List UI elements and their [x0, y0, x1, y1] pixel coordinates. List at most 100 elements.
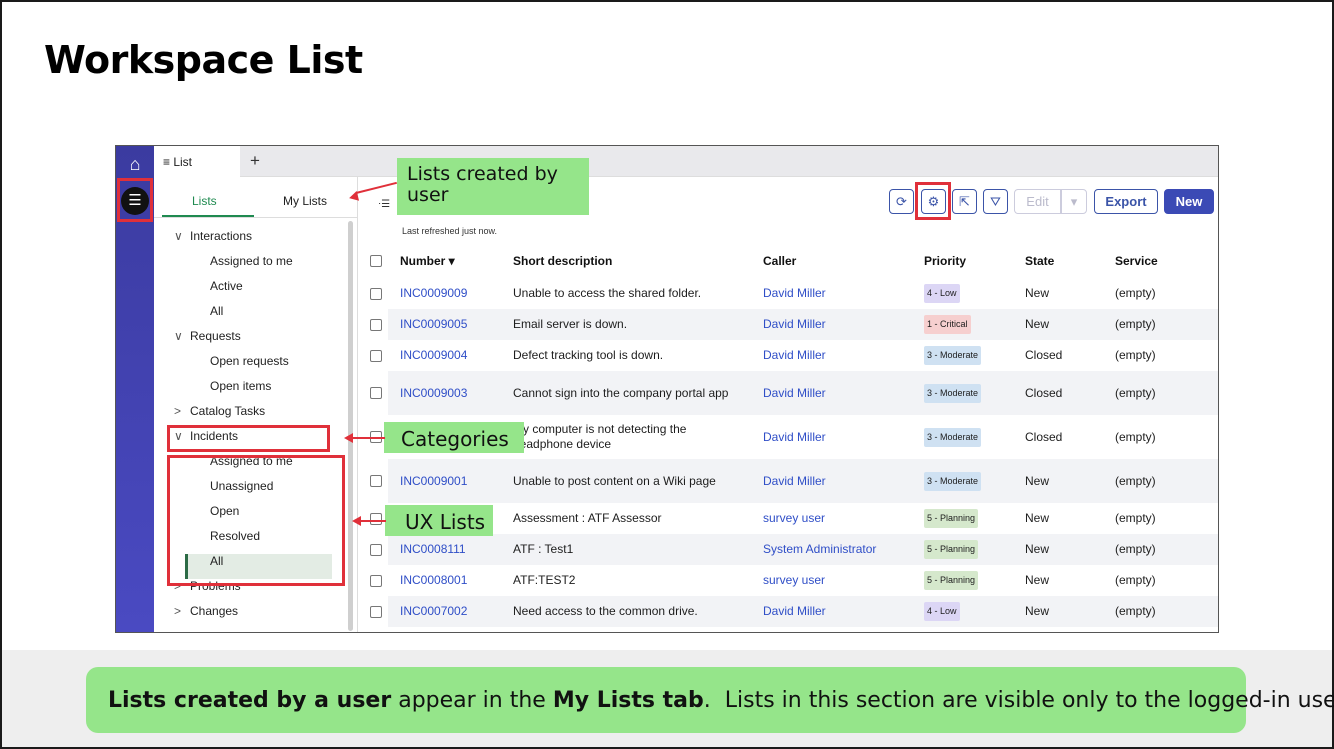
sidebar-item-label: Requests [190, 329, 241, 343]
edit-button[interactable]: Edit [1014, 189, 1061, 214]
priority-badge: 3 - Moderate [924, 346, 982, 365]
caller-link[interactable]: David Miller [763, 596, 913, 627]
priority-badge: 3 - Moderate [924, 427, 982, 447]
column-header[interactable]: Caller [763, 245, 796, 277]
collapse-icon[interactable]: ⋅☰ [378, 199, 390, 210]
incident-number-link[interactable]: INC0009004 [400, 340, 505, 371]
filter-icon[interactable]: ⛛ [983, 189, 1008, 214]
sidebar-item-label: Changes [190, 604, 239, 618]
column-header[interactable]: Priority [924, 245, 966, 277]
caller-link[interactable]: survey user [763, 565, 913, 596]
sidebar-item[interactable]: > Changes [174, 604, 238, 618]
incident-number-link[interactable]: INC0008001 [400, 565, 505, 596]
incident-number-link[interactable]: INC0007002 [400, 596, 505, 627]
priority-cell: 5 - Planning [924, 565, 1014, 596]
sidebar-scrollbar[interactable] [348, 221, 353, 631]
open-new-icon[interactable]: ⇱ [952, 189, 977, 214]
row-checkbox-cell [370, 565, 382, 596]
priority-badge: 1 - Critical [924, 315, 971, 334]
state-cell: New [1025, 573, 1050, 587]
incident-number-link[interactable]: INC0009003 [400, 371, 505, 415]
incident-number-link[interactable]: INC0009001 [400, 459, 505, 503]
chevron-down-icon: ∨ [174, 329, 183, 343]
caller-link[interactable]: David Miller [763, 309, 913, 340]
refresh-icon[interactable]: ⟳ [889, 189, 914, 214]
sidebar-item[interactable]: Assigned to me [210, 254, 293, 268]
incident-number-link[interactable]: INC0009005 [400, 309, 505, 340]
sidebar-item[interactable]: > Catalog Tasks [174, 404, 265, 418]
edit-dropdown-icon[interactable]: ▾ [1061, 189, 1087, 214]
caller-link[interactable]: survey user [763, 503, 913, 534]
column-header[interactable]: Service [1115, 245, 1158, 277]
service-cell: (empty) [1115, 286, 1156, 300]
new-button[interactable]: New [1164, 189, 1214, 214]
short-description: Assessment : ATF Assessor [513, 511, 662, 525]
caller-link[interactable]: David Miller [763, 340, 913, 371]
tab-my-lists[interactable]: My Lists [283, 194, 327, 208]
tab-bar: ≡ List + [154, 146, 1218, 177]
sidebar-item[interactable]: ∨ Interactions [174, 229, 252, 243]
column-header[interactable]: Number ▾ [400, 245, 455, 277]
table-row[interactable]: INC0008111 ATF : Test1 System Administrato… [370, 534, 1218, 565]
callout-lists-created: Lists created by user [397, 158, 589, 215]
short-description: Unable to post content on a Wiki page [513, 473, 716, 488]
table-row[interactable]: INC0009009 Unable to access the shared fo… [370, 278, 1218, 309]
row-checkbox[interactable] [370, 318, 382, 331]
row-checkbox[interactable] [370, 543, 382, 556]
priority-badge: 5 - Planning [924, 571, 979, 590]
sidebar-item[interactable]: ∨ Requests [174, 329, 241, 343]
table-row[interactable]: INC0009005 Email server is down. David Mil… [370, 309, 1218, 340]
slide-title: Workspace List [44, 38, 363, 82]
column-header[interactable]: Short description [513, 245, 612, 277]
add-tab-button[interactable]: + [250, 151, 260, 171]
tab-list[interactable]: ≡ List [154, 146, 240, 177]
sidebar-item-label: Open items [210, 379, 272, 393]
table-row[interactable]: INC0007002 Need access to the common driv… [370, 596, 1218, 627]
table-row[interactable]: 2Assessment : ATF Assessorsurvey user5 -… [370, 503, 1218, 534]
priority-badge: 4 - Low [924, 284, 960, 303]
incident-number-link[interactable]: INC0008111 [400, 534, 505, 565]
priority-cell: 4 - Low [924, 278, 1014, 309]
export-button[interactable]: Export [1094, 189, 1158, 214]
caller-link[interactable]: System Administrator [763, 534, 913, 565]
sidebar-item-label: Catalog Tasks [190, 404, 266, 418]
home-icon[interactable]: ⌂ [125, 154, 145, 174]
short-description: Unable to access the shared folder. [513, 286, 702, 300]
row-checkbox[interactable] [370, 475, 382, 487]
service-cell: (empty) [1115, 511, 1156, 525]
service-cell: (empty) [1115, 604, 1156, 618]
table-row[interactable]: INC0009001 Unable to post content on a Wi… [370, 459, 1218, 503]
table-row[interactable]: INC0009003 Cannot sign into the company p… [370, 371, 1218, 415]
row-checkbox[interactable] [370, 605, 382, 618]
sidebar-item[interactable]: Open items [210, 379, 271, 393]
caller-link[interactable]: David Miller [763, 459, 913, 503]
incident-number-link[interactable]: INC0009009 [400, 278, 505, 309]
sidebar-item[interactable]: Active [210, 279, 243, 293]
ux-lists-highlight [167, 455, 345, 586]
last-refreshed: Last refreshed just now. [402, 226, 498, 236]
caller-link[interactable]: David Miller [763, 371, 913, 415]
row-checkbox[interactable] [370, 387, 382, 399]
row-checkbox[interactable] [370, 512, 382, 525]
state-cell: New [1025, 286, 1050, 300]
state-cell: New [1025, 604, 1050, 618]
column-header[interactable]: State [1025, 245, 1054, 277]
priority-cell: 3 - Moderate [924, 415, 1014, 459]
state-cell: Closed [1025, 385, 1063, 400]
state-cell: New [1025, 511, 1050, 525]
caller-link[interactable]: David Miller [763, 278, 913, 309]
table-row[interactable]: INC0009004 Defect tracking tool is down. D… [370, 340, 1218, 371]
select-all-checkbox[interactable] [370, 255, 382, 267]
short-description: ATF:TEST2 [513, 573, 576, 587]
row-checkbox[interactable] [370, 287, 382, 300]
row-checkbox[interactable] [370, 349, 382, 362]
row-checkbox[interactable] [370, 574, 382, 587]
arrow-head-categories [344, 433, 353, 443]
sidebar-item[interactable]: All [210, 304, 223, 318]
priority-cell: 5 - Planning [924, 503, 1014, 534]
sidebar-item[interactable]: Open requests [210, 354, 289, 368]
chevron-right-icon: > [174, 604, 182, 618]
caller-link[interactable]: David Miller [763, 415, 913, 459]
tab-lists[interactable]: Lists [192, 194, 217, 208]
table-row[interactable]: INC0008001 ATF:TEST2 survey user 5 - Planni… [370, 565, 1218, 596]
